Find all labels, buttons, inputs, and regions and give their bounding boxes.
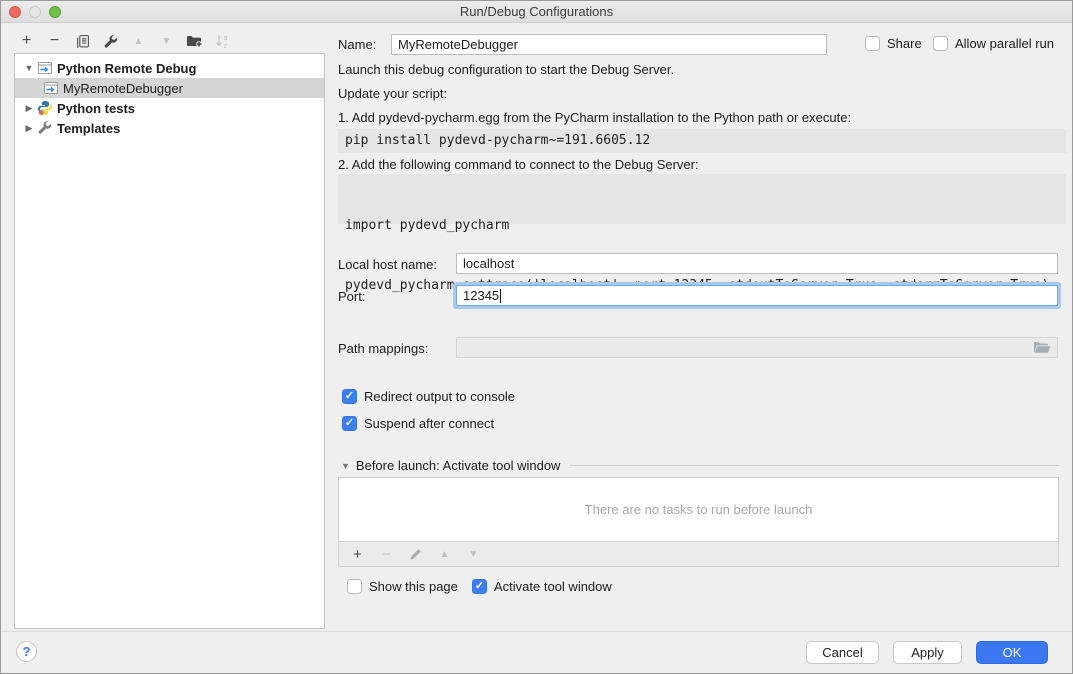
activate-tool-window-checkbox[interactable]: Activate tool window [472,579,612,594]
footer-divider [1,631,1072,632]
local-host-label: Local host name: [338,257,437,272]
checkbox-icon [933,36,948,51]
tree-item-label: Python Remote Debug [57,61,196,76]
chevron-right-icon[interactable]: ▶ [23,103,35,114]
tree-item-label: MyRemoteDebugger [63,81,183,96]
share-checkbox[interactable]: Share [865,36,922,51]
checkbox-icon [347,579,362,594]
run-debug-configurations-dialog: Run/Debug Configurations + − ▲ ▼ az ▼ Py… [0,0,1073,674]
cancel-button[interactable]: Cancel [806,641,879,664]
dialog-buttons: Cancel Apply OK [806,641,1048,664]
move-task-up-icon: ▲ [436,546,453,563]
tree-item-python-remote-debug[interactable]: ▼ Python Remote Debug [15,58,324,78]
settrace-code: import pydevd_pycharm pydevd_pycharm.set… [338,174,1066,224]
remote-debug-config-icon [43,80,59,96]
step2-text: 2. Add the following command to connect … [338,157,699,172]
port-value: 12345 [463,288,499,303]
text-caret [500,289,501,303]
window-title: Run/Debug Configurations [1,4,1072,19]
checkbox-icon [342,389,357,404]
path-mappings-label: Path mappings: [338,341,428,356]
before-launch-section-header[interactable]: ▼ Before launch: Activate tool window [341,458,1059,473]
local-host-input[interactable] [456,253,1058,274]
copy-configuration-icon[interactable] [74,33,91,50]
remote-debug-config-icon [37,60,53,76]
add-configuration-icon[interactable]: + [18,33,35,50]
before-launch-toolbar: + − ▲ ▼ [338,542,1059,567]
chevron-down-icon[interactable]: ▼ [341,461,350,471]
before-launch-empty-message: There are no tasks to run before launch [585,502,813,517]
pip-command-code: pip install pydevd-pycharm~=191.6605.12 [338,129,1066,153]
redirect-output-checkbox[interactable]: Redirect output to console [342,389,515,404]
python-tests-icon [37,100,53,116]
code-line-1: import pydevd_pycharm [345,216,1059,236]
tree-item-label: Templates [57,121,120,136]
apply-button[interactable]: Apply [893,641,962,664]
intro-text: Launch this debug configuration to start… [338,62,674,77]
tree-item-myremotedebugger[interactable]: MyRemoteDebugger [15,78,324,98]
before-launch-task-list[interactable]: There are no tasks to run before launch [338,477,1059,542]
add-task-icon[interactable]: + [349,546,366,563]
question-mark-icon: ? [23,644,31,659]
update-script-text: Update your script: [338,86,447,101]
tree-item-templates[interactable]: ▶ Templates [15,118,324,138]
svg-text:a: a [224,35,228,42]
port-input[interactable]: 12345 [456,285,1058,306]
checkbox-icon [342,416,357,431]
path-mappings-input[interactable] [456,337,1058,358]
edit-defaults-wrench-icon[interactable] [102,33,119,50]
move-up-icon: ▲ [130,33,147,50]
svg-text:z: z [224,43,228,49]
tree-item-python-tests[interactable]: ▶ Python tests [15,98,324,118]
name-input[interactable] [391,34,827,55]
checkbox-icon [472,579,487,594]
section-divider [570,465,1059,466]
chevron-right-icon[interactable]: ▶ [23,123,35,134]
name-label: Name: [338,37,376,52]
sort-alphabetically-icon: az [214,33,231,50]
configurations-toolbar: + − ▲ ▼ az [18,31,231,51]
tree-item-label: Python tests [57,101,135,116]
edit-task-pencil-icon [407,546,424,563]
remove-configuration-icon[interactable]: − [46,33,63,50]
suspend-after-connect-checkbox[interactable]: Suspend after connect [342,416,494,431]
checkbox-icon [865,36,880,51]
move-down-icon: ▼ [158,33,175,50]
new-folder-icon[interactable] [186,33,203,50]
remove-task-icon: − [378,546,395,563]
step1-text: 1. Add pydevd-pycharm.egg from the PyCha… [338,110,851,125]
help-button[interactable]: ? [16,641,37,662]
title-bar: Run/Debug Configurations [1,1,1072,23]
templates-wrench-icon [37,120,53,136]
before-launch-title: Before launch: Activate tool window [356,458,561,473]
ok-button[interactable]: OK [976,641,1048,664]
browse-folder-icon[interactable] [1033,341,1051,354]
move-task-down-icon: ▼ [465,546,482,563]
chevron-down-icon[interactable]: ▼ [23,63,35,73]
show-this-page-checkbox[interactable]: Show this page [347,579,458,594]
allow-parallel-run-checkbox[interactable]: Allow parallel run [933,36,1054,51]
configurations-tree: ▼ Python Remote Debug MyRemoteDebugger ▶… [14,53,325,629]
port-label: Port: [338,289,365,304]
